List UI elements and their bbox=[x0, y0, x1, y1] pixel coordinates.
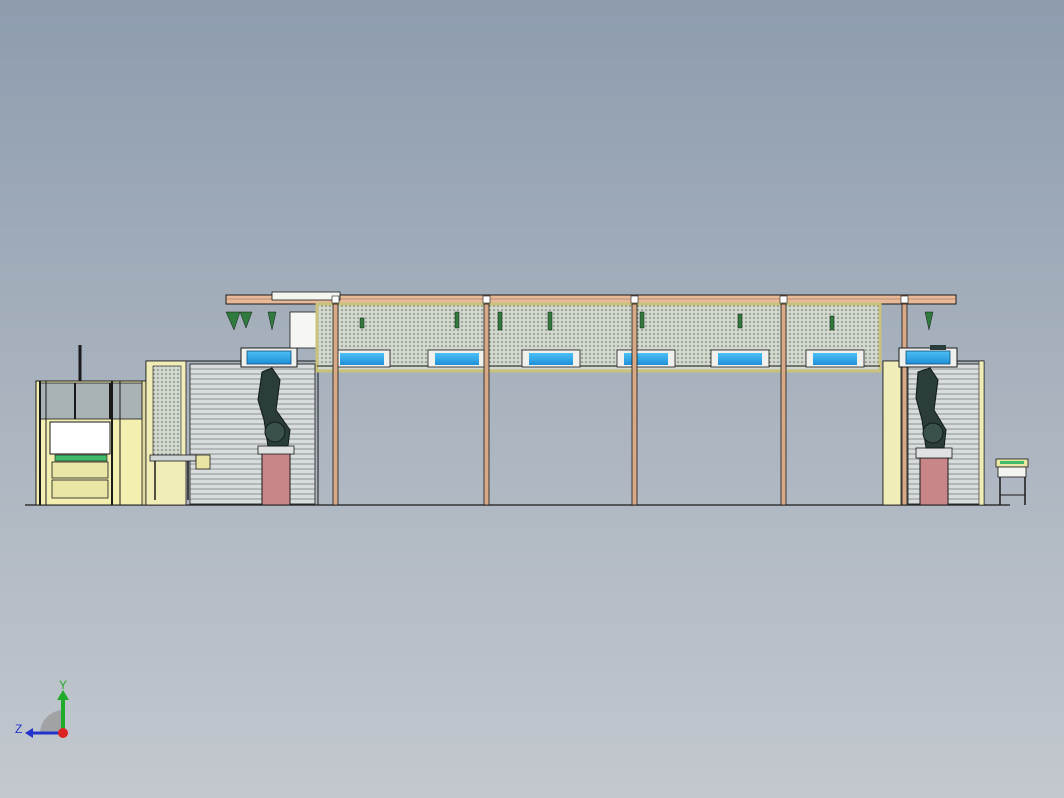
z-axis-label: Z bbox=[15, 722, 22, 736]
triad-arc bbox=[40, 710, 62, 733]
orientation-triad[interactable]: Y Z bbox=[0, 670, 90, 760]
left-robot-cell bbox=[145, 347, 319, 506]
cad-viewport[interactable] bbox=[0, 0, 1064, 798]
production-line-drawing bbox=[25, 291, 1029, 506]
output-conveyor bbox=[995, 458, 1029, 505]
overhead-gantry bbox=[225, 291, 957, 506]
y-axis-label: Y bbox=[59, 678, 67, 692]
x-axis-dot bbox=[58, 728, 68, 738]
left-press-machine bbox=[35, 345, 153, 506]
right-robot-cell bbox=[882, 345, 985, 506]
